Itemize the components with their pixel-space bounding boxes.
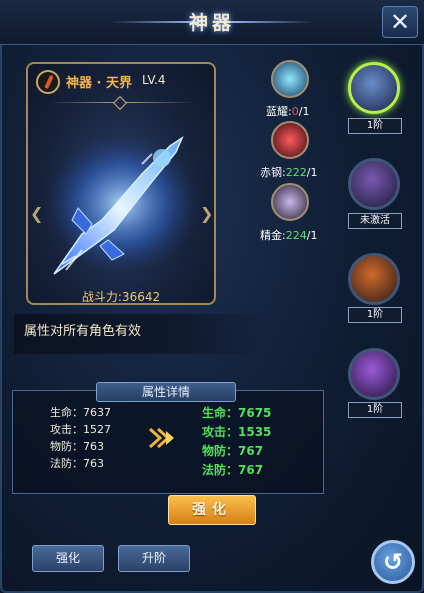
attr-next-atk: 攻击：1535	[202, 425, 272, 439]
artifact-slot-2[interactable]	[348, 158, 400, 210]
slot-tag: 1阶	[348, 307, 402, 323]
weapon-level: LV.4	[142, 73, 166, 87]
slot-tag: 1阶	[348, 118, 402, 134]
material-label: 赤钢:222/1	[260, 166, 318, 179]
combat-power: 战斗力:36642	[81, 290, 161, 304]
attr-current-hp: 生命：7637	[50, 406, 111, 419]
material-label: 蓝耀:0/1	[266, 105, 310, 118]
slot-tag: 1阶	[348, 402, 402, 418]
upgrade-arrow-icon	[148, 427, 174, 449]
enhance-button[interactable]: 强化	[168, 495, 256, 525]
artifact-slot-1[interactable]	[348, 62, 400, 114]
divider-gem	[112, 95, 128, 111]
tab-enhance[interactable]: 强化	[32, 545, 104, 572]
window-title: 神器	[188, 12, 235, 34]
attr-current-atk: 攻击：1527	[50, 423, 111, 436]
gold-ore-icon	[271, 183, 309, 221]
effect-text: 属性对所有角色有效	[24, 324, 142, 339]
blue-crystal-icon	[271, 60, 309, 98]
title-bar: 神器 ✕	[0, 0, 424, 45]
artifact-slot-3[interactable]	[348, 253, 400, 305]
artifact-slot-4[interactable]	[348, 348, 400, 400]
weapon-name: 神器 · 天界	[66, 76, 132, 91]
weapon-type-icon	[36, 70, 60, 94]
back-button[interactable]: ↺	[371, 540, 415, 584]
attr-next-hp: 生命：7675	[202, 406, 272, 420]
tab-upgrade[interactable]: 升阶	[118, 545, 190, 572]
weapon-panel: 神器 · 天界 LV.4 ❮ ❯ 战斗力:36642	[26, 62, 216, 305]
attr-current-mdef: 法防：763	[50, 457, 104, 470]
attributes-header: 属性详情	[96, 382, 236, 402]
red-gem-icon	[271, 121, 309, 159]
undo-arrow-icon: ↺	[382, 548, 404, 576]
close-icon: ✕	[389, 8, 411, 36]
material-label: 精金:224/1	[260, 229, 318, 242]
attr-next-pdef: 物防：767	[202, 444, 264, 458]
weapon-image	[44, 134, 200, 275]
attr-current-pdef: 物防：763	[50, 440, 104, 453]
slot-tag: 未激活	[348, 213, 402, 229]
attr-next-mdef: 法防：767	[202, 463, 264, 477]
close-button[interactable]: ✕	[382, 6, 418, 38]
next-arrow-icon[interactable]: ❯	[200, 204, 213, 223]
effect-banner: 属性对所有角色有效	[14, 314, 264, 354]
